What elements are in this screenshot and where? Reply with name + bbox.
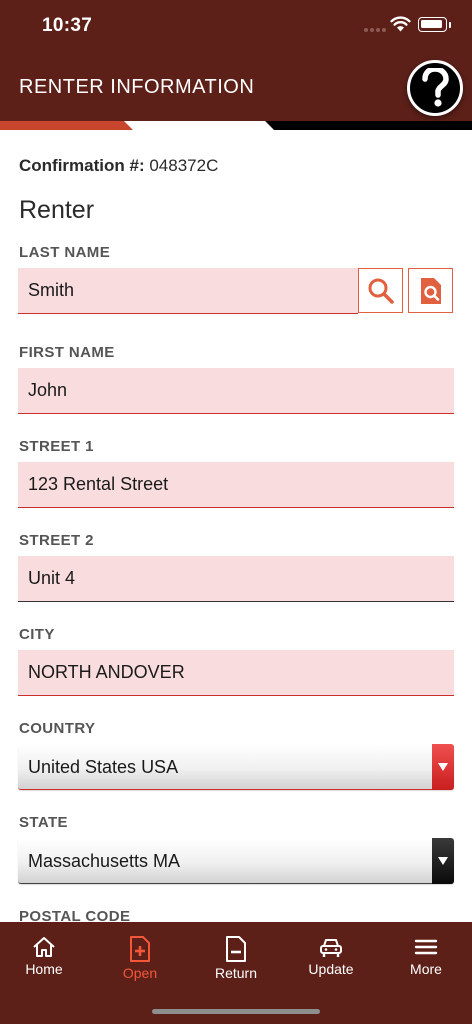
country-dropdown-button[interactable]	[432, 744, 454, 790]
caret-down-icon	[438, 857, 448, 865]
street1-field[interactable]	[18, 462, 454, 508]
last-name-field[interactable]	[18, 268, 358, 314]
postal-code-label: POSTAL CODE	[19, 908, 131, 922]
country-label: COUNTRY	[19, 720, 96, 737]
first-name-label: FIRST NAME	[19, 344, 115, 361]
state-label: STATE	[19, 814, 68, 831]
car-icon	[320, 939, 342, 957]
cellular-signal-icon	[364, 28, 386, 32]
tab-open-label: Open	[122, 965, 158, 981]
wifi-icon	[390, 16, 411, 32]
tab-update[interactable]: Update	[284, 922, 378, 992]
country-select-value: United States USA	[28, 757, 179, 777]
app-header: 10:37 RENTER INFORMATION	[0, 0, 472, 130]
status-bar: 10:37	[0, 0, 472, 52]
section-title: Renter	[19, 196, 95, 224]
state-select-value: Massachusetts MA	[28, 851, 181, 871]
country-select[interactable]: United States USA	[18, 744, 454, 790]
header-stripe-middle	[124, 121, 274, 130]
help-button[interactable]	[407, 60, 463, 116]
tab-return-label: Return	[214, 965, 258, 981]
add-document-icon	[130, 936, 150, 962]
document-search-icon	[420, 277, 441, 304]
confirmation-number: Confirmation #: 048372C	[19, 156, 218, 176]
status-time: 10:37	[42, 15, 93, 36]
renter-form: Confirmation #: 048372C Renter LAST NAME…	[0, 130, 472, 922]
street2-field[interactable]	[18, 556, 454, 602]
tab-home[interactable]: Home	[0, 922, 91, 992]
question-mark-icon	[422, 68, 449, 107]
document-search-button[interactable]	[408, 268, 453, 313]
tab-update-label: Update	[308, 961, 354, 977]
remove-document-icon	[226, 936, 246, 962]
battery-tip	[449, 22, 451, 28]
confirmation-label: Confirmation #:	[19, 156, 145, 175]
state-dropdown-button[interactable]	[432, 838, 454, 884]
search-button[interactable]	[358, 268, 403, 313]
confirmation-value: 048372C	[149, 156, 219, 175]
header-stripe-right	[266, 121, 472, 130]
tab-more-label: More	[410, 961, 442, 977]
tab-more[interactable]: More	[379, 922, 472, 992]
home-icon	[33, 937, 55, 957]
city-field[interactable]	[18, 650, 454, 696]
page-title: RENTER INFORMATION	[19, 76, 255, 98]
street1-label: STREET 1	[19, 438, 94, 455]
caret-down-icon	[438, 763, 448, 771]
tab-return[interactable]: Return	[189, 922, 283, 992]
last-name-label: LAST NAME	[19, 244, 111, 261]
street2-label: STREET 2	[19, 532, 94, 549]
tab-open[interactable]: Open	[93, 922, 187, 992]
tab-home-label: Home	[25, 961, 63, 977]
header-stripe-left	[0, 121, 138, 130]
search-icon	[368, 278, 394, 304]
menu-icon	[414, 939, 438, 955]
home-indicator	[152, 1009, 320, 1014]
battery-icon	[418, 17, 447, 32]
first-name-field[interactable]	[18, 368, 454, 414]
city-label: CITY	[19, 626, 55, 643]
state-select[interactable]: Massachusetts MA	[18, 838, 454, 884]
